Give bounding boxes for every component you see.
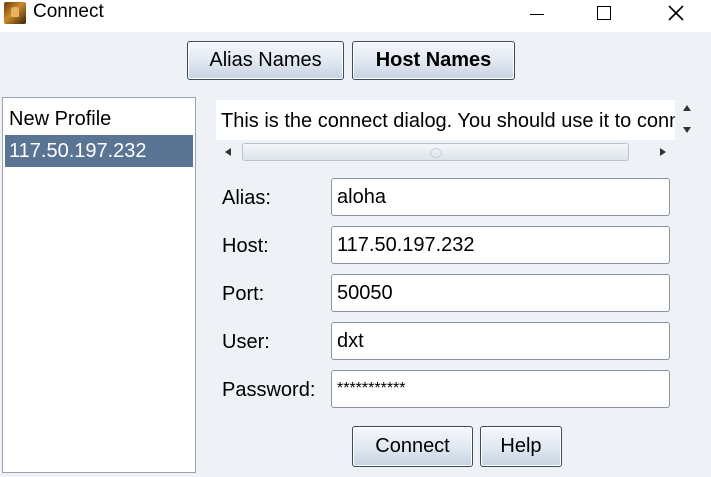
window-title: Connect xyxy=(33,1,104,22)
dialog-body: Alias Names Host Names New Profile 117.5… xyxy=(0,32,711,477)
info-vertical-scrollbar[interactable] xyxy=(676,100,698,140)
info-text: This is the connect dialog. You should u… xyxy=(221,110,675,132)
profile-list[interactable]: New Profile 117.50.197.232 xyxy=(2,97,196,473)
host-label: Host: xyxy=(222,235,269,257)
horizontal-scroll-thumb[interactable] xyxy=(242,143,629,161)
alias-input[interactable]: aloha xyxy=(331,178,670,216)
app-icon xyxy=(4,2,26,24)
host-names-button[interactable]: Host Names xyxy=(352,41,515,80)
password-input[interactable]: *********** xyxy=(331,370,670,408)
maximize-icon xyxy=(597,6,611,20)
profile-item-new-profile[interactable]: New Profile xyxy=(5,103,193,135)
host-input[interactable]: 117.50.197.232 xyxy=(331,226,670,264)
connect-window: Connect Alias Names Host Names New Profi… xyxy=(0,0,711,477)
scroll-down-icon[interactable] xyxy=(680,124,694,136)
close-button[interactable] xyxy=(656,0,696,26)
scroll-left-icon[interactable] xyxy=(218,143,238,161)
alias-label: Alias: xyxy=(222,187,271,209)
minimize-button[interactable] xyxy=(517,0,557,26)
port-label: Port: xyxy=(222,283,265,305)
user-input[interactable]: dxt xyxy=(331,322,670,360)
port-input[interactable]: 50050 xyxy=(331,274,670,312)
password-label: Password: xyxy=(222,379,316,401)
info-text-area[interactable]: This is the connect dialog. You should u… xyxy=(216,100,675,140)
maximize-button[interactable] xyxy=(584,0,624,26)
alias-names-button[interactable]: Alias Names xyxy=(187,41,344,80)
scroll-up-icon[interactable] xyxy=(680,102,694,114)
close-icon xyxy=(668,5,684,21)
help-button[interactable]: Help xyxy=(480,426,562,467)
scroll-right-icon[interactable] xyxy=(653,143,673,161)
title-bar: Connect xyxy=(0,0,711,32)
minimize-icon xyxy=(530,13,544,15)
connect-button[interactable]: Connect xyxy=(352,426,473,467)
user-label: User: xyxy=(222,331,270,353)
info-horizontal-scrollbar[interactable] xyxy=(216,142,675,162)
profile-item-selected[interactable]: 117.50.197.232 xyxy=(5,135,193,167)
